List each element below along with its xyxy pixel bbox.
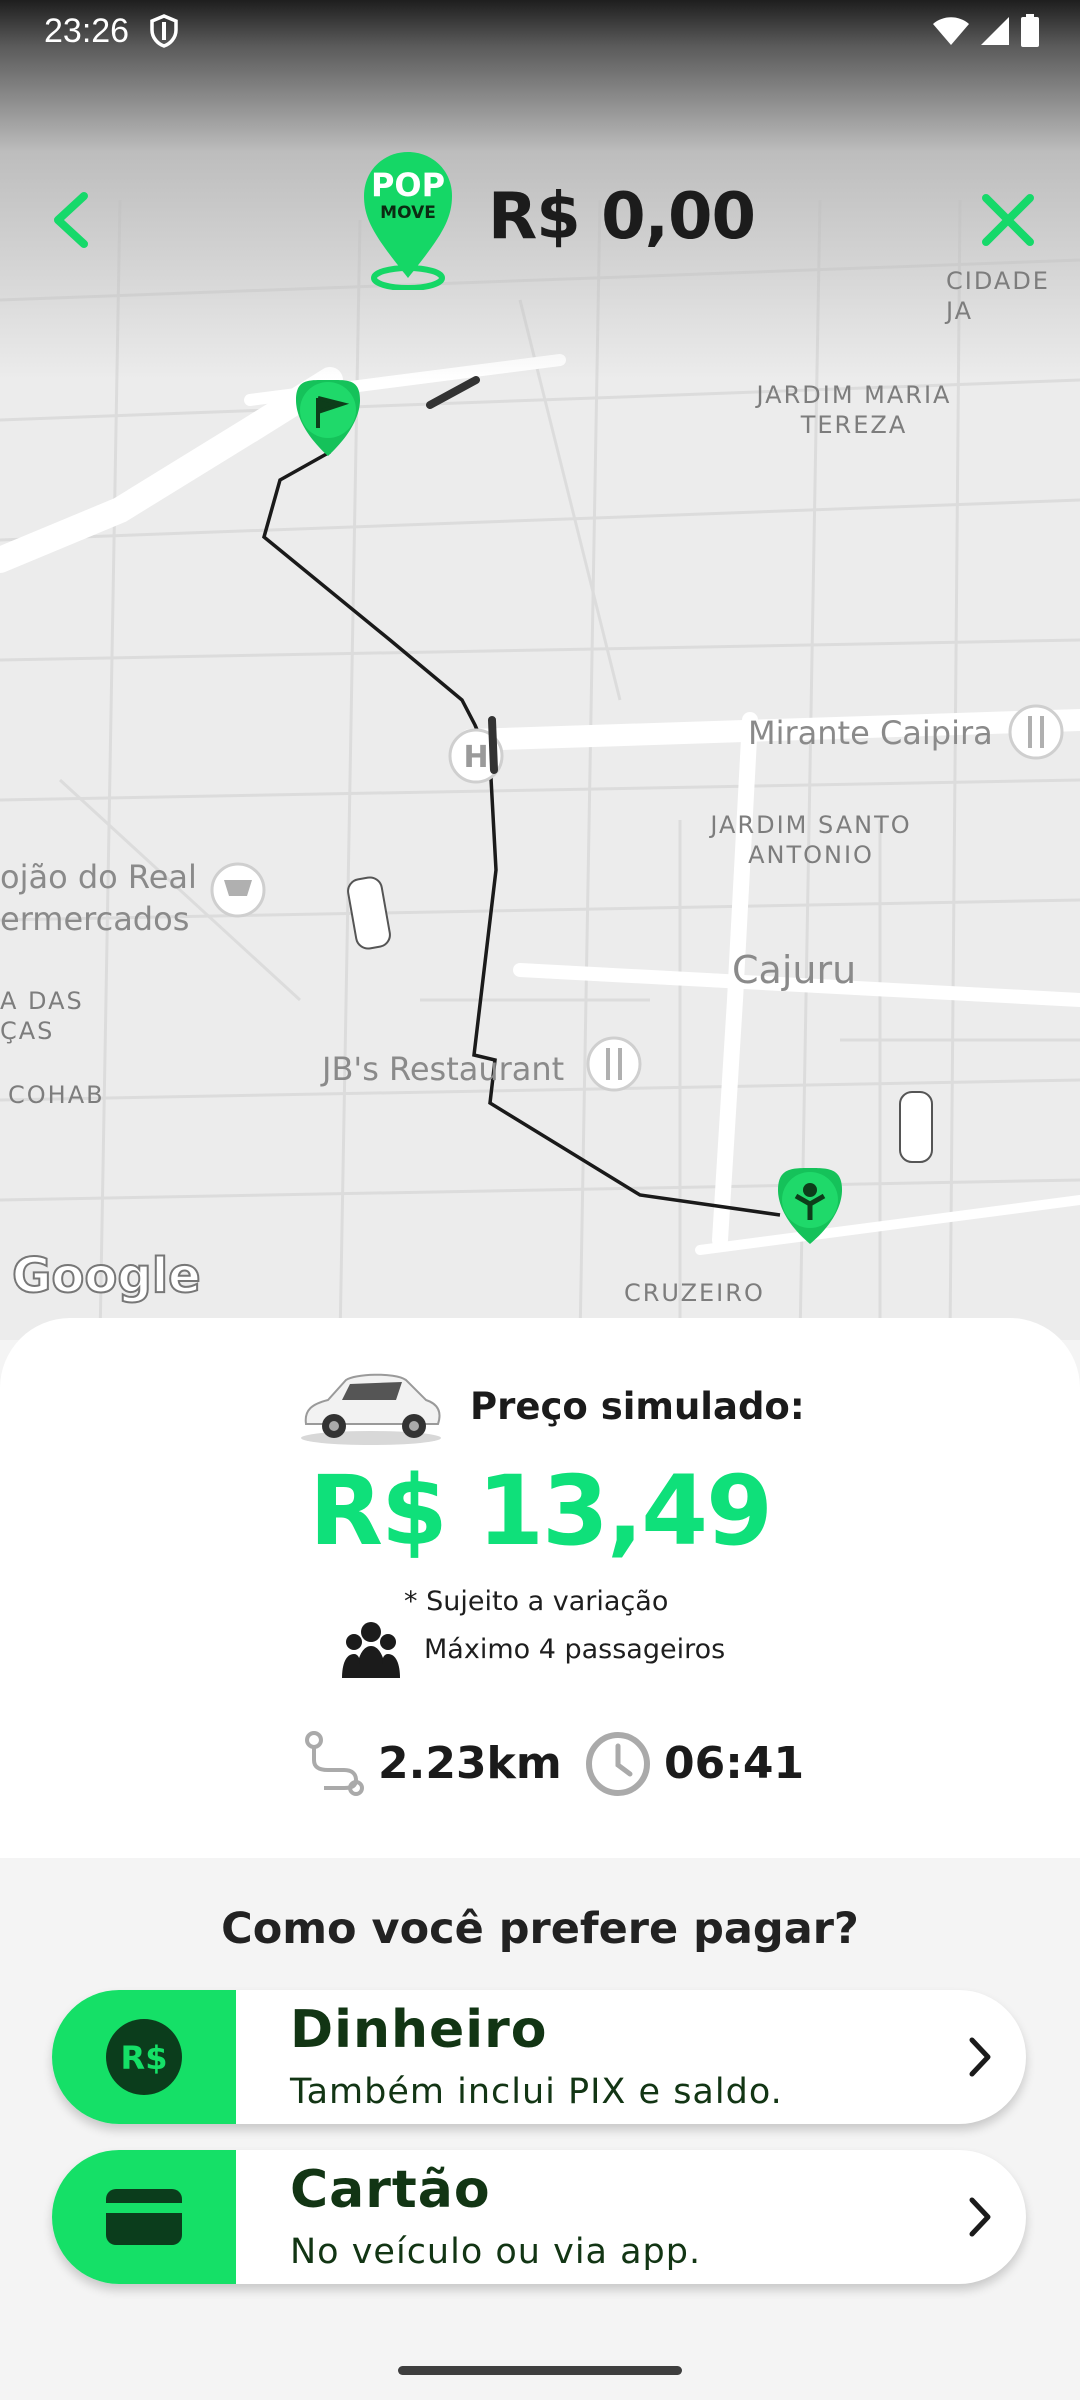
map-label-jbs: JB's Restaurant [322,1050,565,1088]
max-passengers: Máximo 4 passageiros [424,1634,726,1665]
svg-text:MOVE: MOVE [380,203,436,223]
cash-option-title: Dinheiro [290,2000,548,2060]
destination-flag-pin-icon [296,379,360,456]
card-option-title: Cartão [290,2160,491,2220]
chevron-right-icon-2 [969,2197,991,2237]
restaurant-icon [1008,704,1064,760]
passengers-icon [342,1622,400,1678]
price-variation-note: * Sujeito a variação [404,1586,669,1617]
shield-icon [150,14,178,48]
close-icon[interactable] [978,190,1038,250]
card-icon [106,2189,182,2245]
map-label-jardim-maria: JARDIM MARIA TEREZA [756,381,952,439]
signal-icon [981,17,1009,45]
map-label-cohab: COHAB [8,1081,105,1109]
cash-icon: R$ [106,2019,182,2095]
status-bar: 23:26 [0,0,1080,62]
car-image-icon [301,1373,441,1445]
top-header: POP MOVE R$ 0,00 [0,140,1080,300]
location-pin-logo-icon: POP MOVE [364,152,452,291]
map-label-mirante: Mirante Caipira [748,714,993,752]
route-distance: 2.23km [378,1738,562,1789]
map-label-cruzeiro: CRUZEIRO [624,1279,765,1307]
car-icon-2 [899,1091,933,1163]
map-label-das: A DAS ÇAS [0,987,84,1045]
simulated-price: R$ 13,49 [309,1455,773,1567]
pay-cash-button[interactable]: R$ Dinheiro Também inclui PIX e saldo. [52,1990,1026,2124]
simulated-price-label: Preço simulado: [470,1385,805,1428]
cash-option-subtitle: Também inclui PIX e saldo. [290,2072,783,2112]
route-distance-icon [305,1731,364,1796]
wifi-icon [933,17,969,45]
chevron-right-icon [969,2037,991,2077]
battery-icon [1021,14,1039,47]
map-label-cajuru: Cajuru [732,948,857,992]
svg-text:POP: POP [371,166,445,204]
back-arrow-icon[interactable] [44,190,104,250]
popmove-logo: POP MOVE [362,150,454,291]
map-label-supermercado: ojão do Real ermercados [0,858,197,938]
google-logo: Google [11,1247,202,1305]
gesture-home-bar[interactable] [398,2366,682,2375]
car-icon [347,876,391,950]
shopping-cart-icon [210,862,266,918]
card-option-subtitle: No veículo ou via app. [290,2232,702,2272]
clock-icon [586,1732,650,1796]
motorbike-icon-2 [488,716,498,774]
restaurant-icon-2 [586,1036,642,1092]
status-time: 23:26 [44,12,130,50]
header-price: R$ 0,00 [488,180,756,254]
svg-text:H: H [463,740,488,775]
map-label-jardim-santo: JARDIM SANTO ANTONIO [710,811,912,869]
payment-question: Como você prefere pagar? [221,1904,859,1954]
svg-text:R$: R$ [121,2039,168,2077]
route-duration: 06:41 [664,1738,805,1789]
pay-card-button[interactable]: Cartão No veículo ou via app. [52,2150,1026,2284]
